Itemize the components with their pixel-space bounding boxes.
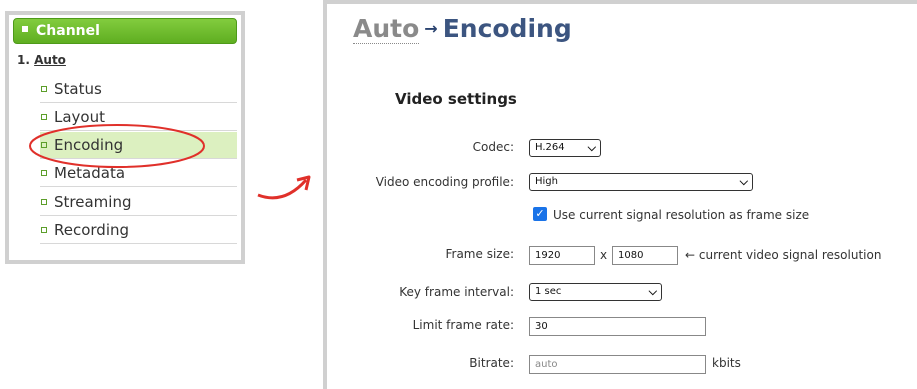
frame-rate-label: Limit frame rate: bbox=[412, 318, 514, 332]
bitrate-unit: kbits bbox=[712, 356, 741, 370]
chevron-down-icon: ⌵ bbox=[648, 285, 657, 298]
breadcrumb-arrow-icon: → bbox=[424, 19, 438, 38]
keyframe-interval-select[interactable]: 1 sec ⌵ bbox=[529, 283, 662, 301]
keyframe-select-value: 1 sec bbox=[535, 286, 562, 297]
bitrate-label: Bitrate: bbox=[469, 356, 514, 370]
codec-select[interactable]: H.264 ⌵ bbox=[529, 139, 601, 157]
use-signal-resolution-label: Use current signal resolution as frame s… bbox=[553, 208, 810, 222]
video-encoding-profile-select[interactable]: High ⌵ bbox=[529, 173, 753, 191]
codec-label: Codec: bbox=[472, 140, 514, 154]
codec-select-value: H.264 bbox=[535, 142, 565, 153]
frame-size-hint: ← current video signal resolution bbox=[685, 248, 882, 262]
frame-size-label: Frame size: bbox=[445, 247, 514, 261]
frame-height-input[interactable]: 1080 bbox=[612, 246, 678, 265]
video-settings-heading: Video settings bbox=[395, 90, 517, 108]
breadcrumb-current: Encoding bbox=[442, 14, 572, 43]
chevron-down-icon: ⌵ bbox=[587, 141, 596, 154]
annotation-arrow-icon bbox=[257, 179, 308, 200]
page-title: Auto → Encoding bbox=[353, 14, 572, 44]
chevron-down-icon: ⌵ bbox=[739, 175, 748, 188]
checkmark-icon: ✓ bbox=[535, 207, 545, 220]
frame-rate-input[interactable]: 30 bbox=[529, 317, 706, 336]
frame-size-separator: x bbox=[600, 248, 608, 262]
keyframe-interval-label: Key frame interval: bbox=[399, 285, 514, 299]
highlight-ellipse bbox=[29, 124, 205, 168]
bitrate-input[interactable]: auto bbox=[529, 355, 706, 374]
profile-select-value: High bbox=[535, 176, 558, 187]
video-encoding-profile-label: Video encoding profile: bbox=[375, 175, 514, 189]
use-signal-resolution-checkbox[interactable]: ✓ bbox=[533, 207, 547, 221]
frame-width-input[interactable]: 1920 bbox=[529, 246, 595, 265]
breadcrumb-parent[interactable]: Auto bbox=[353, 14, 420, 44]
